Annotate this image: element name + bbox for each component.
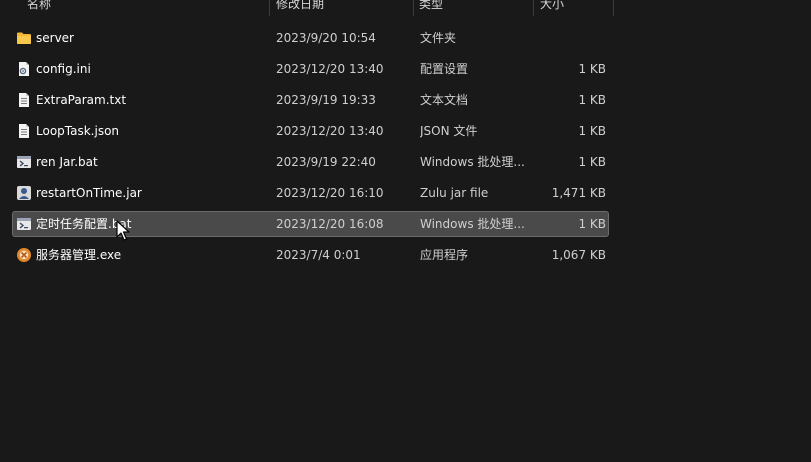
file-size: 1 KB [578,93,606,107]
column-divider[interactable] [613,0,614,16]
file-explorer-list: 名称 修改日期 类型 大小 server 2023/9/20 10:54 文件夹… [0,0,811,462]
file-name: config.ini [36,62,91,76]
batch-file-icon [16,216,32,232]
file-type: Zulu jar file [420,186,489,200]
file-name: ren Jar.bat [36,155,98,169]
file-date: 2023/7/4 0:01 [276,248,361,262]
file-size [533,26,606,50]
file-size: 1 KB [578,155,606,169]
file-date: 2023/9/20 10:54 [276,31,376,45]
file-size: 1 KB [578,62,606,76]
file-name: ExtraParam.txt [36,93,127,107]
column-header-size[interactable]: 大小 [540,0,564,16]
file-date: 2023/9/19 19:33 [276,93,376,107]
batch-file-icon [16,154,32,170]
column-header-bar: 名称 修改日期 类型 大小 [0,0,614,16]
file-type: Windows 批处理... [420,217,525,231]
file-row[interactable]: 服务器管理.exe 2023/7/4 0:01 应用程序 1,067 KB [12,242,609,268]
column-divider[interactable] [413,0,414,16]
file-type: 文本文档 [420,93,469,107]
file-name: 服务器管理.exe [36,248,122,262]
mouse-pointer-icon [116,220,130,242]
file-row[interactable]: ExtraParam.txt 2023/9/19 19:33 文本文档 1 KB [12,87,609,113]
file-date: 2023/12/20 13:40 [276,62,384,76]
file-row[interactable]: server 2023/9/20 10:54 文件夹 [12,25,609,51]
file-name: restartOnTime.jar [36,186,142,200]
file-type: Windows 批处理... [420,155,525,169]
file-row[interactable]: 定时任务配置.bat 2023/12/20 16:08 Windows 批处理.… [12,211,609,237]
app-exe-icon [16,247,32,263]
file-row[interactable]: ren Jar.bat 2023/9/19 22:40 Windows 批处理.… [12,149,609,175]
file-row[interactable]: restartOnTime.jar 2023/12/20 16:10 Zulu … [12,180,609,206]
file-row[interactable]: config.ini 2023/12/20 13:40 配置设置 1 KB [12,56,609,82]
settings-file-icon [16,61,32,77]
file-size: 1 KB [578,124,606,138]
column-header-type[interactable]: 类型 [419,0,443,16]
column-header-name[interactable]: 名称 [27,0,51,16]
file-type: 配置设置 [420,62,469,76]
file-size: 1,067 KB [551,248,606,262]
file-type: JSON 文件 [420,124,478,138]
file-name: LoopTask.json [36,124,120,138]
column-divider[interactable] [269,0,270,16]
file-date: 2023/12/20 16:08 [276,217,384,231]
file-date: 2023/9/19 22:40 [276,155,376,169]
file-type: 应用程序 [420,248,469,262]
column-header-date[interactable]: 修改日期 [276,0,324,16]
column-divider[interactable] [533,0,534,16]
file-name: server [36,31,74,45]
file-name: 定时任务配置.bat [36,217,132,231]
file-date: 2023/12/20 13:40 [276,124,384,138]
jar-file-icon [16,185,32,201]
folder-icon [16,30,32,46]
text-file-icon [16,92,32,108]
text-file-icon [16,123,32,139]
file-row[interactable]: LoopTask.json 2023/12/20 13:40 JSON 文件 1… [12,118,609,144]
file-type: 文件夹 [420,31,457,45]
file-size: 1 KB [578,217,606,231]
file-date: 2023/12/20 16:10 [276,186,384,200]
file-size: 1,471 KB [551,186,606,200]
